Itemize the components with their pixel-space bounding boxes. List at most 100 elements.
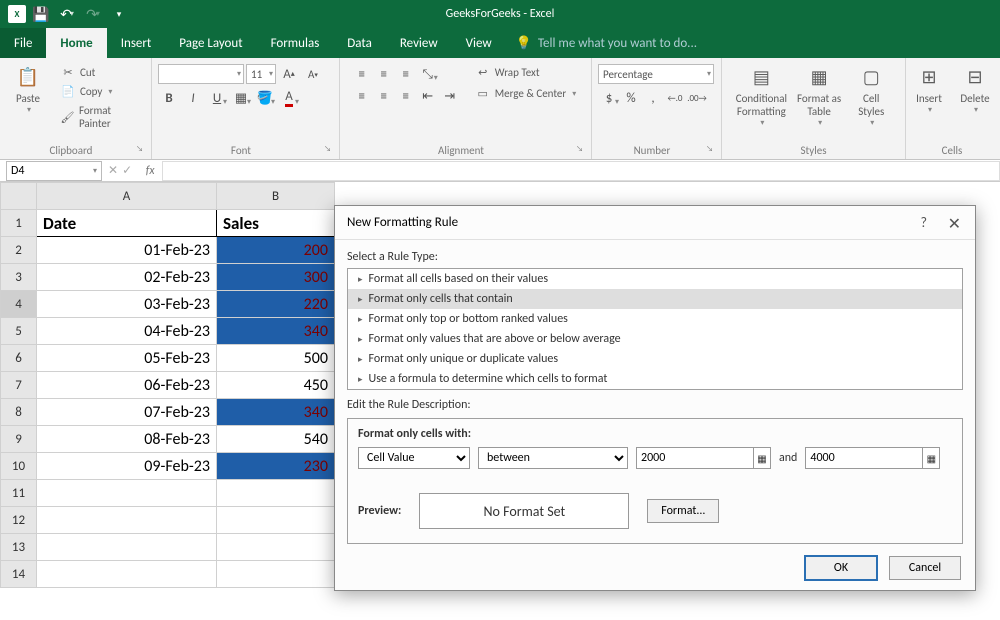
row-header[interactable]: 6: [1, 345, 37, 372]
row-header[interactable]: 12: [1, 507, 37, 534]
sales-cell[interactable]: 540: [217, 426, 335, 453]
font-name-combo[interactable]: [158, 64, 244, 84]
empty-cell[interactable]: [217, 480, 335, 507]
name-box[interactable]: D4: [6, 161, 102, 181]
tab-insert[interactable]: Insert: [107, 28, 166, 58]
date-cell[interactable]: 04-Feb-23: [37, 318, 217, 345]
font-color-button[interactable]: A▾: [278, 88, 300, 108]
row-header[interactable]: 10: [1, 453, 37, 480]
sales-cell[interactable]: 340: [217, 399, 335, 426]
close-icon[interactable]: ✕: [948, 214, 961, 234]
rule-type-list[interactable]: Format all cells based on their valuesFo…: [347, 268, 963, 390]
dialog-help-button[interactable]: ?: [921, 214, 928, 231]
value2-ref-button[interactable]: ▦: [922, 447, 940, 469]
align-center-button[interactable]: ≡: [373, 86, 395, 106]
enter-fx-icon[interactable]: ✓: [122, 163, 132, 178]
row-header[interactable]: 13: [1, 534, 37, 561]
alignment-launcher[interactable]: ↘: [576, 144, 583, 154]
select-all-cell[interactable]: [1, 183, 37, 210]
row-header[interactable]: 14: [1, 561, 37, 588]
clipboard-launcher[interactable]: ↘: [136, 144, 143, 154]
date-cell[interactable]: 09-Feb-23: [37, 453, 217, 480]
comma-button[interactable]: ,: [642, 88, 664, 108]
align-bottom-button[interactable]: ≡: [395, 64, 417, 84]
rule-type-item[interactable]: Use a formula to determine which cells t…: [348, 369, 962, 389]
align-left-button[interactable]: ≡: [351, 86, 373, 106]
row-header[interactable]: 9: [1, 426, 37, 453]
delete-cells-button[interactable]: ⊟ Delete▾: [955, 60, 995, 115]
cancel-button[interactable]: Cancel: [889, 556, 961, 580]
col-header-b[interactable]: B: [217, 183, 335, 210]
border-button[interactable]: ▦▾: [230, 88, 252, 108]
sales-cell[interactable]: 220: [217, 291, 335, 318]
date-cell[interactable]: 01-Feb-23: [37, 237, 217, 264]
tab-view[interactable]: View: [452, 28, 506, 58]
empty-cell[interactable]: [217, 507, 335, 534]
ok-button[interactable]: OK: [805, 556, 877, 580]
sales-cell[interactable]: 450: [217, 372, 335, 399]
dedent-button[interactable]: ⇤: [417, 86, 439, 106]
row-header[interactable]: 5: [1, 318, 37, 345]
cell-styles-button[interactable]: ▢ Cell Styles▾: [849, 60, 893, 128]
merge-center-button[interactable]: ▭Merge & Center▾: [471, 85, 581, 102]
insert-cells-button[interactable]: ⊞ Insert▾: [909, 60, 949, 115]
sales-cell[interactable]: 200: [217, 237, 335, 264]
rule-type-item[interactable]: Format only top or bottom ranked values: [348, 309, 962, 329]
header-date-cell[interactable]: Date: [37, 210, 217, 237]
tell-me-search[interactable]: 💡 Tell me what you want to do...: [506, 28, 697, 58]
rule-type-item[interactable]: Format only cells that contain: [348, 289, 962, 309]
save-icon[interactable]: 💾: [30, 3, 52, 25]
underline-button[interactable]: U▾: [206, 88, 228, 108]
rule-type-item[interactable]: Format only values that are above or bel…: [348, 329, 962, 349]
align-middle-button[interactable]: ≡: [373, 64, 395, 84]
date-cell[interactable]: 07-Feb-23: [37, 399, 217, 426]
date-cell[interactable]: 08-Feb-23: [37, 426, 217, 453]
increase-decimal-button[interactable]: ←.0: [664, 88, 686, 108]
empty-cell[interactable]: [217, 534, 335, 561]
value1-ref-button[interactable]: ▦: [753, 447, 771, 469]
font-launcher[interactable]: ↘: [324, 144, 331, 154]
row-header[interactable]: 11: [1, 480, 37, 507]
percent-button[interactable]: %: [620, 88, 642, 108]
row-header[interactable]: 8: [1, 399, 37, 426]
sales-cell[interactable]: 500: [217, 345, 335, 372]
orientation-button[interactable]: ⤡▾: [417, 64, 439, 84]
tab-home[interactable]: Home: [46, 28, 106, 58]
empty-cell[interactable]: [37, 534, 217, 561]
number-format-combo[interactable]: Percentage: [598, 64, 714, 84]
formula-input[interactable]: [162, 161, 1000, 181]
date-cell[interactable]: 03-Feb-23: [37, 291, 217, 318]
conditional-formatting-button[interactable]: ▤ Conditional Formatting▾: [734, 60, 789, 128]
wrap-text-button[interactable]: ↩Wrap Text: [471, 64, 581, 81]
row-header[interactable]: 4: [1, 291, 37, 318]
row-header[interactable]: 7: [1, 372, 37, 399]
increase-font-button[interactable]: A▴: [278, 64, 300, 84]
align-right-button[interactable]: ≡: [395, 86, 417, 106]
format-as-table-button[interactable]: ▦ Format as Table▾: [795, 60, 843, 128]
tab-page-layout[interactable]: Page Layout: [165, 28, 256, 58]
redo-icon[interactable]: ↷▾: [82, 3, 104, 25]
header-sales-cell[interactable]: Sales: [217, 210, 335, 237]
decrease-font-button[interactable]: A▾: [302, 64, 324, 84]
row-header[interactable]: 1: [1, 210, 37, 237]
date-cell[interactable]: 02-Feb-23: [37, 264, 217, 291]
value1-input[interactable]: [636, 447, 754, 469]
indent-button[interactable]: ⇥: [439, 86, 461, 106]
number-launcher[interactable]: ↘: [706, 144, 713, 154]
align-top-button[interactable]: ≡: [351, 64, 373, 84]
paste-button[interactable]: 📋 Paste ▾: [6, 60, 50, 115]
empty-cell[interactable]: [37, 480, 217, 507]
decrease-decimal-button[interactable]: .00→: [686, 88, 708, 108]
tab-data[interactable]: Data: [333, 28, 386, 58]
cancel-fx-icon[interactable]: ✕: [108, 163, 118, 178]
operator-select[interactable]: between: [478, 447, 628, 469]
format-button[interactable]: Format...: [647, 499, 719, 523]
rule-type-item[interactable]: Format only unique or duplicate values: [348, 349, 962, 369]
date-cell[interactable]: 06-Feb-23: [37, 372, 217, 399]
italic-button[interactable]: I: [182, 88, 204, 108]
row-header[interactable]: 2: [1, 237, 37, 264]
cell-value-select[interactable]: Cell Value: [358, 447, 470, 469]
tab-formulas[interactable]: Formulas: [257, 28, 334, 58]
font-size-combo[interactable]: 11: [246, 64, 276, 84]
tab-review[interactable]: Review: [386, 28, 452, 58]
